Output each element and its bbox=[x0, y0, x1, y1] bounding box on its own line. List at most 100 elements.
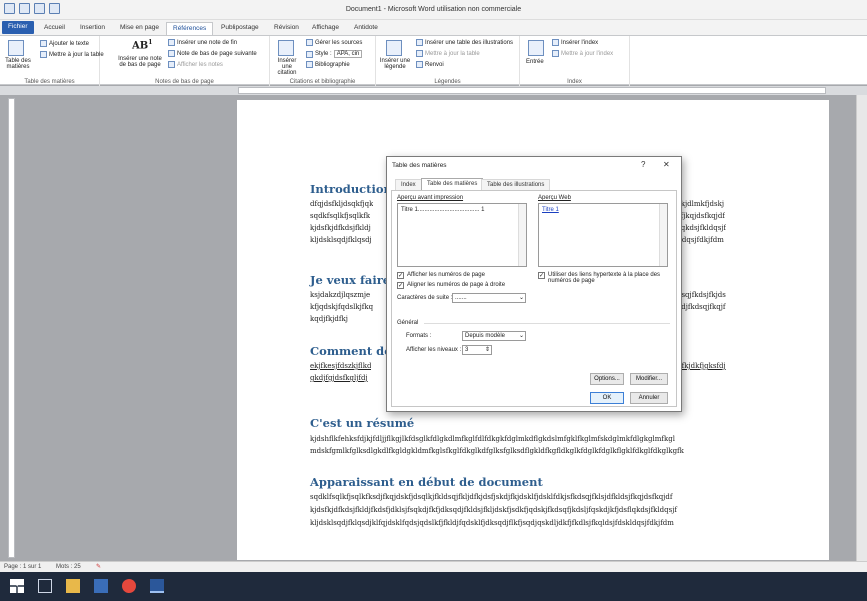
vertical-ruler[interactable] bbox=[8, 98, 15, 558]
window-title: Document1 - Microsoft Word utilisation n… bbox=[345, 6, 522, 13]
citations-group-label: Citations et bibliographie bbox=[289, 79, 356, 85]
toc-icon[interactable] bbox=[8, 40, 24, 56]
manage-sources-button[interactable]: Gérer les sources bbox=[306, 39, 362, 46]
paragraph-line: sqdkfsqlkfjsqlkfk bbox=[310, 212, 371, 220]
paragraph-line: kjdshflkfehksfdjkjfdljjflkgjlkfdsglkfdlg… bbox=[310, 435, 675, 443]
tab-revision[interactable]: Révision bbox=[268, 22, 305, 35]
word-taskbar-icon[interactable] bbox=[150, 579, 164, 593]
align-right-checkbox[interactable]: ✓ bbox=[397, 282, 404, 289]
general-label: Général bbox=[397, 320, 419, 326]
task-view-icon[interactable] bbox=[38, 579, 52, 593]
insert-index-button[interactable]: Insérer l'index bbox=[552, 39, 598, 46]
tab-table-des-matieres[interactable]: Table des matières bbox=[421, 178, 484, 190]
page-count[interactable]: Page : 1 sur 1 bbox=[4, 564, 41, 570]
app-icon[interactable] bbox=[94, 579, 108, 593]
footnote-ab-icon[interactable]: AB1 bbox=[132, 39, 152, 51]
update-table-button[interactable]: Mettre à jour la table bbox=[40, 51, 104, 58]
use-hyperlinks-checkbox[interactable]: ✓ bbox=[538, 272, 545, 279]
tab-affichage[interactable]: Affichage bbox=[306, 22, 345, 35]
tab-mise-en-page[interactable]: Mise en page bbox=[114, 22, 165, 35]
stepper-icon[interactable]: ⇕ bbox=[485, 346, 490, 354]
show-page-numbers-checkbox[interactable]: ✓ bbox=[397, 272, 404, 279]
tab-fichier[interactable]: Fichier bbox=[2, 21, 34, 34]
leader-label: Caractères de suite : bbox=[397, 295, 453, 301]
word-count[interactable]: Mots : 25 bbox=[56, 564, 81, 570]
show-notes-icon bbox=[168, 61, 175, 68]
print-preview-label: Aperçu avant impression bbox=[397, 195, 464, 201]
print-preview-entry: Titre 1.................................… bbox=[401, 207, 485, 213]
style-select[interactable]: Style : APA, cin bbox=[306, 50, 363, 58]
caption-icon[interactable] bbox=[386, 40, 402, 56]
heading-comment-doi: Comment doi bbox=[310, 344, 397, 358]
tab-accueil[interactable]: Accueil bbox=[38, 22, 71, 35]
help-button[interactable]: ? bbox=[641, 160, 645, 169]
proofing-icon[interactable]: ✎ bbox=[96, 563, 101, 570]
levels-stepper[interactable]: 3 ⇕ bbox=[462, 345, 492, 355]
add-text-icon bbox=[40, 40, 47, 47]
next-footnote-button[interactable]: Note de bas de page suivante bbox=[168, 50, 257, 57]
style-icon bbox=[306, 50, 313, 58]
toc-button[interactable]: Table des matières bbox=[2, 58, 34, 70]
index-icon bbox=[552, 39, 559, 46]
web-preview-entry[interactable]: Titre 1 bbox=[542, 207, 559, 213]
ruler-row bbox=[0, 86, 867, 95]
tab-table-des-illustrations[interactable]: Table des illustrations bbox=[481, 179, 551, 190]
chevron-down-icon: ⌄ bbox=[518, 295, 524, 301]
update-index-icon bbox=[552, 50, 559, 57]
citation-icon[interactable] bbox=[278, 40, 294, 56]
modify-button[interactable]: Modifier... bbox=[630, 373, 668, 385]
mark-entry-icon[interactable] bbox=[528, 40, 544, 56]
ok-button[interactable]: OK bbox=[590, 392, 624, 404]
tab-antidote[interactable]: Antidote bbox=[348, 22, 384, 35]
paragraph-line: kjdsfkjdfkdsjfkldj bbox=[310, 224, 371, 232]
heading-resume: C'est un résumé bbox=[310, 416, 415, 430]
toc-group: Table des matières Ajouter le texte Mett… bbox=[0, 36, 104, 86]
tof-icon bbox=[416, 39, 423, 46]
tab-index[interactable]: Index bbox=[395, 179, 422, 190]
insert-footnote-button[interactable]: Insérer une note de bas de page bbox=[118, 56, 162, 68]
update-tof-button[interactable]: Mettre à jour la table bbox=[416, 50, 480, 57]
vertical-scrollbar[interactable] bbox=[856, 95, 867, 561]
tab-publipostage[interactable]: Publipostage bbox=[215, 22, 265, 35]
insert-citation-button[interactable]: Insérer une citation bbox=[272, 58, 302, 76]
insert-caption-button[interactable]: Insérer une légende bbox=[378, 58, 412, 70]
show-notes-button[interactable]: Afficher les notes bbox=[168, 61, 223, 68]
use-hyperlinks-label: Utiliser des liens hypertexte à la place… bbox=[548, 272, 661, 284]
status-bar: Page : 1 sur 1 Mots : 25 ✎ bbox=[0, 561, 867, 572]
update-index-button[interactable]: Mettre à jour l'index bbox=[552, 50, 613, 57]
file-explorer-icon[interactable] bbox=[66, 579, 80, 593]
add-text-button[interactable]: Ajouter le texte bbox=[40, 40, 89, 47]
update-icon bbox=[40, 51, 47, 58]
heading-apparaissant: Apparaissant en début de document bbox=[310, 475, 543, 489]
bibliography-button[interactable]: Bibliographie bbox=[306, 61, 350, 68]
general-divider bbox=[424, 323, 670, 324]
ribbon: Table des matières Ajouter le texte Mett… bbox=[0, 35, 867, 86]
insert-endnote-button[interactable]: Insérer une note de fin bbox=[168, 39, 237, 46]
paragraph-line: dfqjdsfkljdsqkfjqk bbox=[310, 200, 374, 208]
heading-introduction: Introduction bbox=[310, 182, 392, 196]
bibliography-icon bbox=[306, 61, 313, 68]
print-preview-box: Titre 1.................................… bbox=[397, 203, 527, 267]
windows-start-icon[interactable] bbox=[10, 579, 24, 593]
show-page-numbers-label: Afficher les numéros de page bbox=[407, 272, 485, 278]
tab-references[interactable]: Références bbox=[166, 22, 214, 36]
web-preview-box: Titre 1 bbox=[538, 203, 668, 267]
paragraph-line: gkdjfgjdsfkgljfdj bbox=[310, 374, 368, 382]
paragraph-line: kfjqdskjfqdslkjfkq bbox=[310, 303, 374, 311]
print-preview-scrollbar[interactable] bbox=[518, 204, 526, 266]
captions-group: Insérer une légende Insérer une table de… bbox=[376, 36, 520, 86]
formats-select[interactable]: Depuis modèle ⌄ bbox=[462, 331, 526, 341]
cross-reference-button[interactable]: Renvoi bbox=[416, 61, 444, 68]
tab-insertion[interactable]: Insertion bbox=[74, 22, 111, 35]
options-button[interactable]: Options... bbox=[590, 373, 624, 385]
close-button[interactable]: ✕ bbox=[663, 160, 670, 169]
index-group-label: Index bbox=[567, 79, 582, 85]
mark-entry-button[interactable]: Entrée bbox=[526, 59, 544, 65]
cancel-button[interactable]: Annuler bbox=[630, 392, 668, 404]
insert-tof-button[interactable]: Insérer une table des illustrations bbox=[416, 39, 513, 46]
chrome-icon[interactable] bbox=[122, 579, 136, 593]
web-preview-scrollbar[interactable] bbox=[659, 204, 667, 266]
leader-select[interactable]: ....... ⌄ bbox=[452, 293, 526, 303]
paragraph-line: kljdsklsqdjfklqsdjklfqjdsklfqdsjqdslkfjf… bbox=[310, 519, 674, 527]
horizontal-ruler[interactable] bbox=[238, 87, 826, 94]
